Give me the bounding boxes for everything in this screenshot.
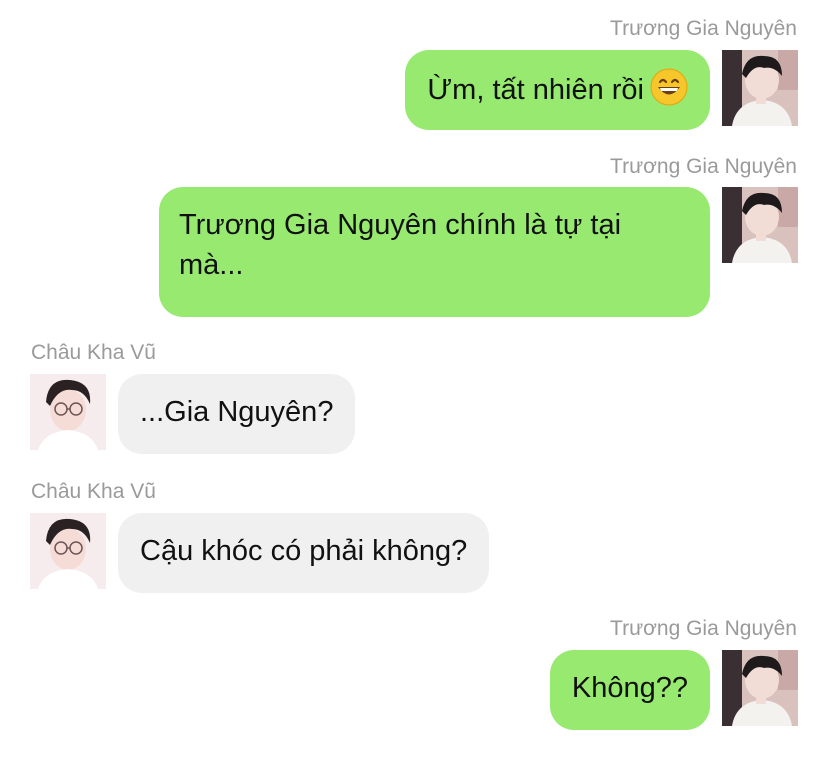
message-bubble[interactable]: Trương Gia Nguyên chính là tự tại mà... — [159, 187, 710, 317]
grinning-face-emoji-icon — [650, 68, 688, 106]
avatar-chau-kha-vu[interactable] — [30, 513, 106, 589]
sender-name: Trương Gia Nguyên — [610, 17, 797, 40]
avatar-chau-kha-vu[interactable] — [30, 374, 106, 450]
avatar-truong-gia-nguyen[interactable] — [722, 50, 798, 126]
avatar-truong-gia-nguyen[interactable] — [722, 187, 798, 263]
sender-name: Châu Kha Vũ — [31, 341, 156, 364]
sender-name: Trương Gia Nguyên — [610, 155, 797, 178]
avatar-truong-gia-nguyen[interactable] — [722, 650, 798, 726]
message-text: Ừm, tất nhiên rồi — [427, 74, 644, 106]
sender-name: Châu Kha Vũ — [31, 480, 156, 503]
message-bubble[interactable]: Cậu khóc có phải không? — [118, 513, 490, 593]
message-text: ...Gia Nguyên? — [140, 396, 334, 428]
message-text: Không?? — [571, 672, 688, 704]
message-text: Cậu khóc có phải không? — [140, 535, 468, 567]
message-text: Trương Gia Nguyên chính là tự tại mà... — [179, 209, 622, 281]
message-bubble[interactable]: Ừm, tất nhiên rồi — [405, 50, 710, 130]
message-bubble[interactable]: ...Gia Nguyên? — [118, 374, 356, 454]
message-bubble[interactable]: Không?? — [549, 650, 710, 730]
sender-name: Trương Gia Nguyên — [610, 617, 797, 640]
